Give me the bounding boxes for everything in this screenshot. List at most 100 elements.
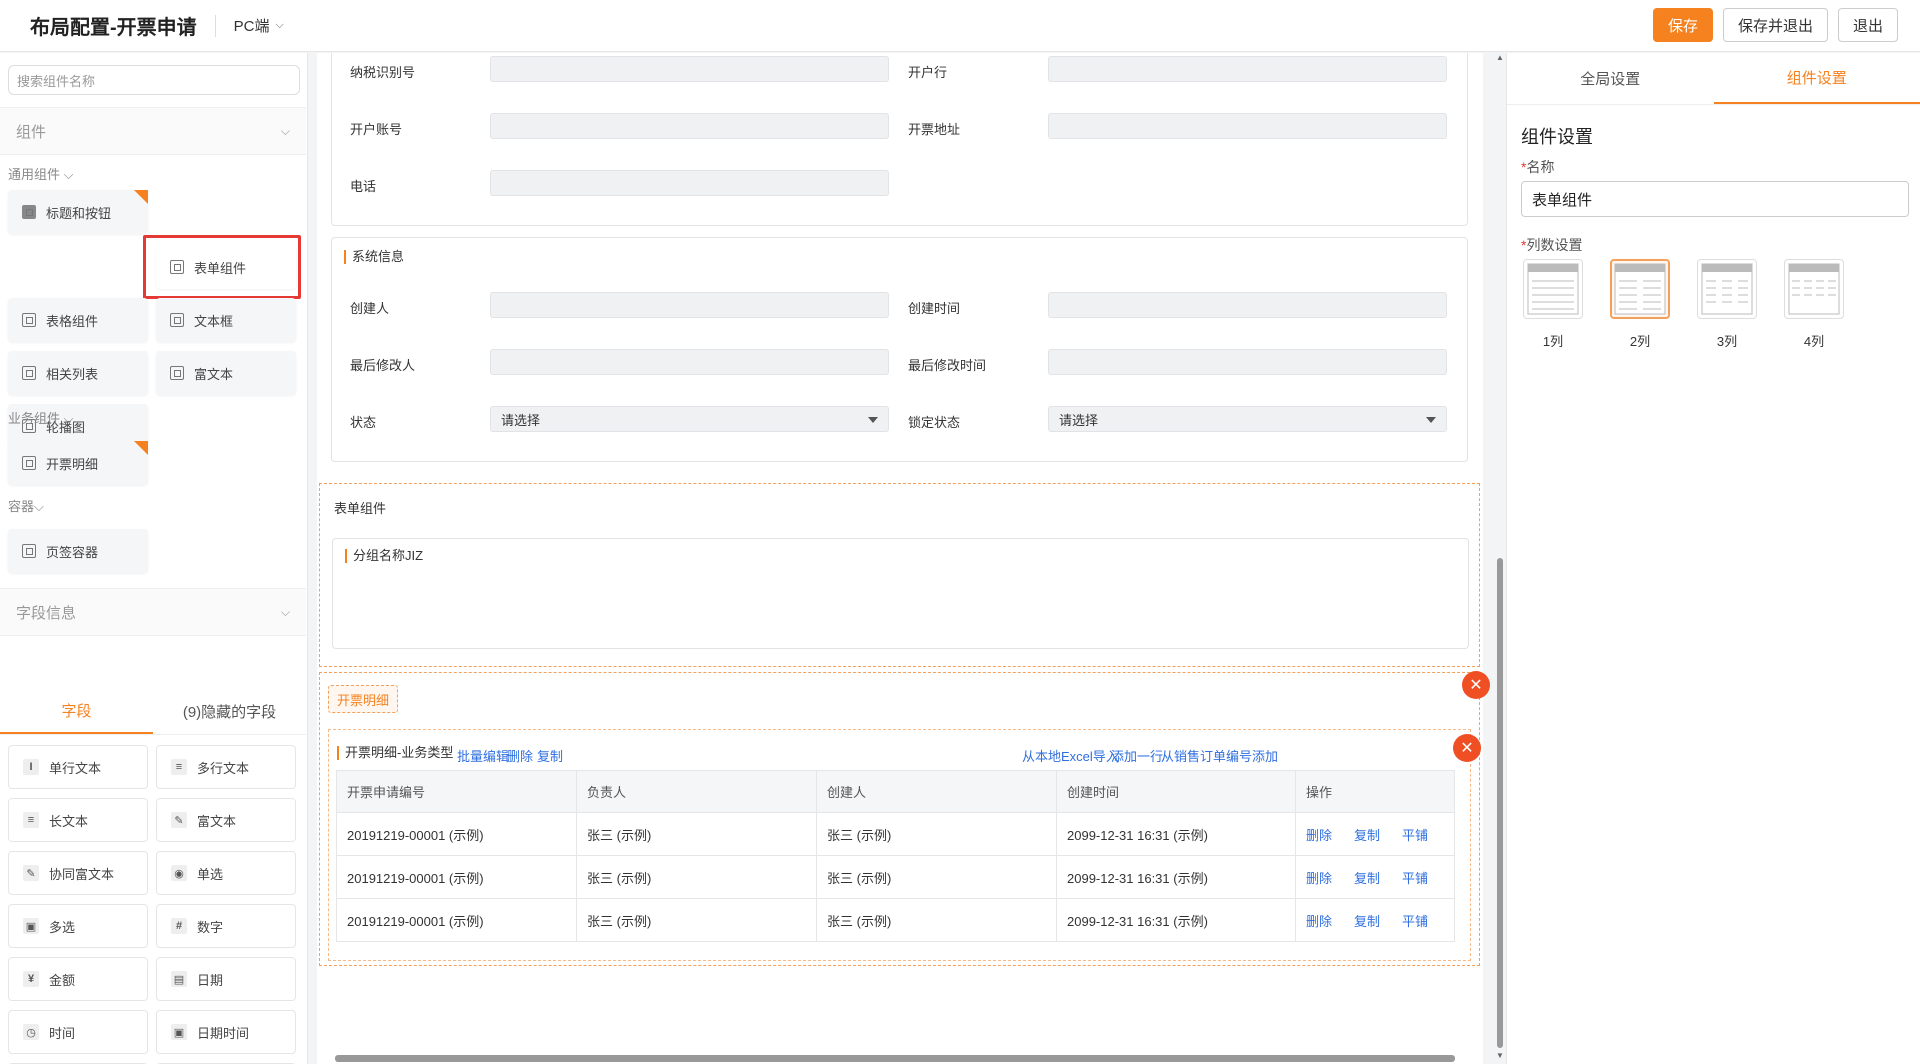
row-action-link[interactable]: 复制 [1354,828,1380,843]
batch-edit-link[interactable]: 批量编辑 [457,746,509,765]
component-search-input[interactable]: 搜索组件名称 [8,65,300,95]
row-action-link[interactable]: 平铺 [1402,914,1428,929]
scrollbar-thumb[interactable] [1497,558,1503,1048]
field-label: 开户账号 [350,122,403,137]
import-excel-link[interactable]: 从本地Excel导入 [1022,746,1119,765]
form-component-block[interactable]: 表单组件 分组名称JIZ [319,483,1480,667]
component-textbox[interactable]: 文本框 [156,298,296,342]
field-label: 状态 [350,415,377,430]
status-select[interactable]: 请选择 [490,406,889,432]
horizontal-scrollbar[interactable] [335,1055,1455,1062]
row-action-link[interactable]: 平铺 [1402,828,1428,843]
field-tabs: 字段 (9)隐藏的字段 [0,689,306,735]
corner-marker [134,190,148,204]
row-action-link[interactable]: 平铺 [1402,871,1428,886]
device-mode-dropdown[interactable]: PC端 ⌵ [234,15,284,36]
detail-inner-block[interactable]: ✕ 开票明细-业务类型 批量编辑 删除 复制 从本地Excel导入 添加一行 从… [328,729,1481,961]
column-option-1[interactable]: 1列 [1521,259,1585,350]
vertical-scrollbar[interactable]: ▲ ▼ [1494,53,1506,1064]
add-from-order-link[interactable]: 从销售订单编号添加 [1161,746,1278,765]
exit-button[interactable]: 退出 [1837,8,1898,42]
creator-input[interactable] [490,292,889,318]
fields-section-header[interactable]: 字段信息 ⌵ [0,588,306,636]
created-time-input[interactable] [1048,292,1447,318]
field-type-item[interactable]: ¥ 金额 [8,957,148,1001]
column-option-2[interactable]: 2列 [1608,259,1672,350]
component-invoice-detail[interactable]: 开票明细 [8,441,148,485]
row-action-link[interactable]: 复制 [1354,914,1380,929]
field-type-item[interactable]: I 单行文本 [8,745,148,789]
name-label: *名称 [1521,159,1555,175]
field-type-item[interactable]: ≡ 多行文本 [156,745,296,789]
field-type-item[interactable]: # 数字 [156,904,296,948]
field-type-item[interactable]: ≡ 长文本 [8,798,148,842]
column-option-3[interactable]: 3列 [1695,259,1759,350]
list-icon [22,366,36,380]
add-row-link[interactable]: 添加一行 [1111,746,1163,765]
save-button[interactable]: 保存 [1652,8,1713,42]
field-type-item[interactable]: ◷ 时间 [8,1010,148,1054]
component-related-list[interactable]: 相关列表 [8,351,148,395]
scroll-up-icon[interactable]: ▲ [1496,53,1504,62]
bank-input[interactable] [1048,56,1447,82]
tab-global-settings[interactable]: 全局设置 [1507,53,1714,104]
close-icon[interactable]: ✕ [1462,671,1490,699]
field-type-label: 日期 [197,972,224,988]
field-type-item[interactable]: ✎ 富文本 [156,798,296,842]
component-tab-container[interactable]: 页签容器 [8,529,148,573]
field-type-icon: ✎ [171,812,187,828]
tab-fields[interactable]: 字段 [0,689,153,734]
table-row: 20191219-00001 (示例) 张三 (示例) 张三 (示例) 2099-12… [336,855,1455,899]
component-title-button[interactable]: 标题和按钮 [8,190,148,234]
business-group-label[interactable]: 业务组件 ⌵ [8,408,73,427]
modifier-input[interactable] [490,349,889,375]
row-action-link[interactable]: 复制 [1354,871,1380,886]
component-panel: 搜索组件名称 组件 ⌵ 通用组件 ⌵ 标题和按钮 表单组件 表格组件 文本框 相… [0,53,308,1064]
invoice-detail-block[interactable]: 开票明细 ✕ ✕ 开票明细-业务类型 批量编辑 删除 复制 从本地Excel导入… [319,671,1490,966]
field-type-icon: I [23,759,39,775]
account-input[interactable] [490,113,889,139]
field-type-item[interactable]: ✎ 协同富文本 [8,851,148,895]
container-group-label[interactable]: 容器⌵ [8,496,44,515]
component-name-input[interactable]: 表单组件 [1521,181,1909,217]
column-option-4[interactable]: 4列 [1782,259,1846,350]
basic-info-card[interactable]: 纳税识别号 开户行 开户账号 开票地址 电话 [331,53,1468,226]
group-name: 分组名称JIZ [345,549,423,563]
column-header: 开票申请编号 [336,770,577,813]
component-rich-text[interactable]: 富文本 [156,351,296,395]
delete-link[interactable]: 删除 [507,746,533,765]
components-section-label: 组件 [16,123,47,141]
fields-section-label: 字段信息 [16,604,77,622]
field-type-icon: ◷ [23,1024,39,1040]
row-action-link[interactable]: 删除 [1306,828,1332,843]
table-cell: 2099-12-31 16:31 (示例) [1056,812,1296,856]
invoice-detail-tag[interactable]: 开票明细 [328,685,399,713]
copy-link[interactable]: 复制 [537,746,563,765]
corner-marker [134,441,148,455]
layout-4col-icon [1784,259,1844,319]
lock-status-select[interactable]: 请选择 [1048,406,1447,432]
tax-id-input[interactable] [490,56,889,82]
tab-component-settings[interactable]: 组件设置 [1713,53,1920,104]
row-action-link[interactable]: 删除 [1306,871,1332,886]
field-type-label: 富文本 [197,813,237,829]
general-group-label[interactable]: 通用组件 ⌵ [8,164,73,183]
field-type-item[interactable]: ▤ 日期 [156,957,296,1001]
field-type-icon: ✎ [23,865,39,881]
field-type-item[interactable]: ◉ 单选 [156,851,296,895]
modified-time-input[interactable] [1048,349,1447,375]
group-card[interactable]: 分组名称JIZ [332,538,1469,649]
scroll-down-icon[interactable]: ▼ [1496,1051,1504,1060]
save-exit-button[interactable]: 保存并退出 [1722,8,1828,42]
close-icon[interactable]: ✕ [1453,734,1481,762]
phone-input[interactable] [490,170,889,196]
components-section-header[interactable]: 组件 ⌵ [0,107,306,155]
field-type-item[interactable]: ▣ 日期时间 [156,1010,296,1054]
tab-hidden-fields[interactable]: (9)隐藏的字段 [153,689,306,734]
table-row: 20191219-00001 (示例) 张三 (示例) 张三 (示例) 2099-12… [336,812,1455,856]
system-info-card[interactable]: 系统信息 创建人 创建时间 最后修改人 最后修改时间 状态 请选择 锁定状态 请… [331,237,1468,462]
invoice-address-input[interactable] [1048,113,1447,139]
field-type-item[interactable]: ▣ 多选 [8,904,148,948]
component-table[interactable]: 表格组件 [8,298,148,342]
row-action-link[interactable]: 删除 [1306,914,1332,929]
